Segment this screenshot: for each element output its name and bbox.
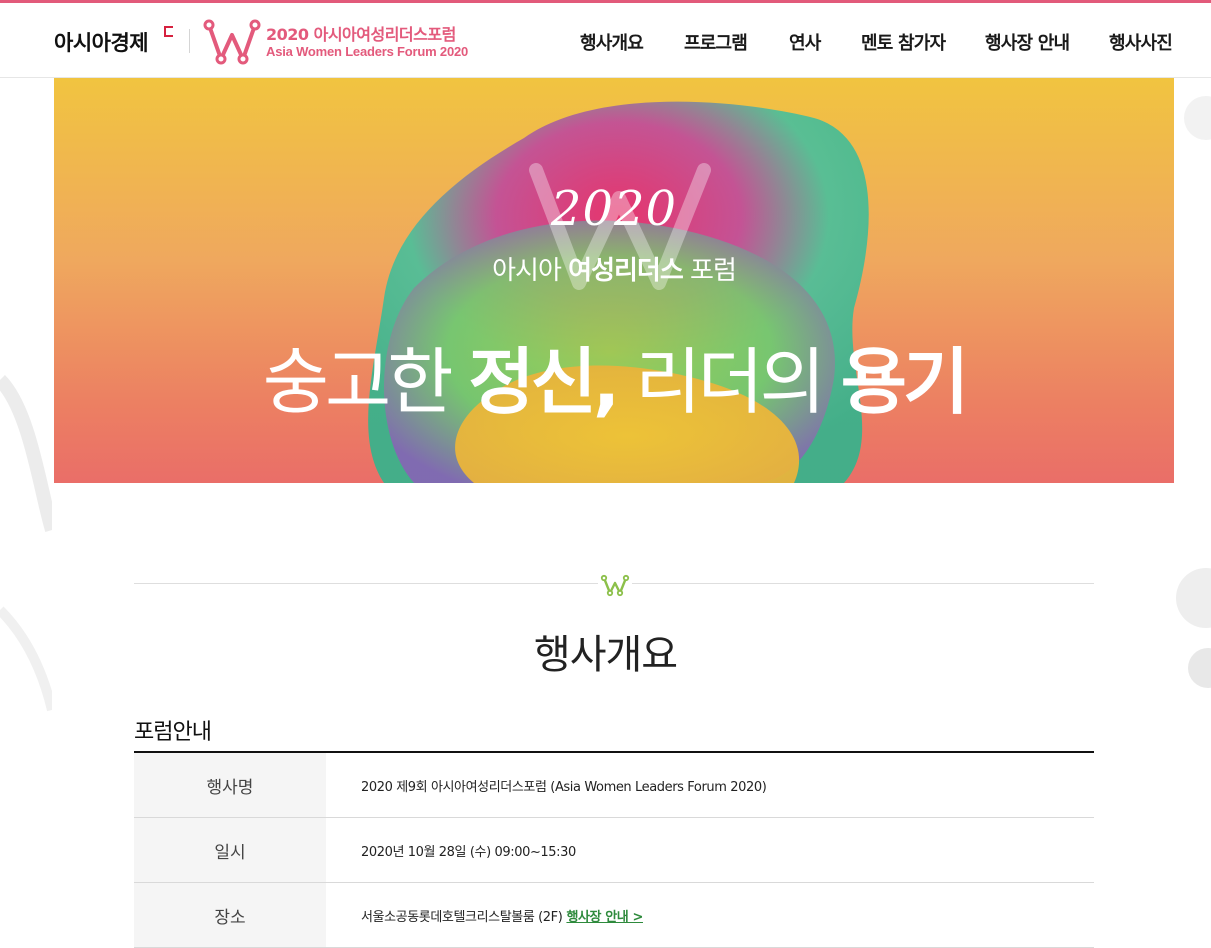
hero-slogan-part-1: 숭고한 xyxy=(262,340,469,424)
table-row: 장소 서울소공동롯데호텔크리스탈볼룸 (2F) 행사장 안내 > xyxy=(134,883,1094,948)
nav-item-speakers[interactable]: 연사 xyxy=(789,29,821,55)
hero-year: 2020 xyxy=(550,181,678,237)
nav-item-mentors[interactable]: 멘토 참가자 xyxy=(861,29,946,55)
hero-forum-name: 아시아 여성리더스 포럼 xyxy=(54,250,1174,287)
row-value-with-link: 서울소공동롯데호텔크리스탈볼룸 (2F) 행사장 안내 > xyxy=(361,883,643,947)
table-row: 일시 2020년 10월 28일 (수) 09:00~15:30 xyxy=(134,818,1094,883)
hero-slogan-part-2: 정신, xyxy=(468,340,620,424)
hero-forum-bold: 여성리더스 xyxy=(568,256,684,286)
main-nav: 행사개요 프로그램 연사 멘토 참가자 행사장 안내 행사사진 xyxy=(0,29,1211,59)
nav-item-program[interactable]: 프로그램 xyxy=(684,29,748,55)
venue-text: 서울소공동롯데호텔크리스탈볼룸 (2F) xyxy=(361,909,563,925)
section-w-icon xyxy=(600,574,630,597)
section-title: 행사개요 xyxy=(533,632,678,678)
hero-slogan-part-3: 리더의 xyxy=(616,340,841,424)
hero-banner: 2020 아시아 여성리더스 포럼 숭고한 정신, 리더의 용기 xyxy=(54,78,1174,483)
nav-item-overview[interactable]: 행사개요 xyxy=(580,29,644,55)
venue-guide-link[interactable]: 행사장 안내 > xyxy=(566,906,643,925)
row-label: 일시 xyxy=(134,818,326,882)
hero-forum-light-post: 포럼 xyxy=(682,256,737,286)
row-value: 2020 제9회 아시아여성리더스포럼 (Asia Women Leaders … xyxy=(361,779,767,795)
hero-slogan-part-4: 용기 xyxy=(840,340,970,424)
nav-item-venue[interactable]: 행사장 안내 xyxy=(985,29,1070,55)
subsection-title: 포럼안내 xyxy=(134,720,212,745)
row-label: 행사명 xyxy=(134,753,326,817)
forum-info-table: 행사명 2020 제9회 아시아여성리더스포럼 (Asia Women Lead… xyxy=(134,751,1094,948)
background-decoration-right xyxy=(1176,96,1211,688)
section-icon-wrap xyxy=(598,572,632,598)
site-header: 아시아경제 2020 아시아여성리더스포럼 Asia Women Leaders… xyxy=(0,3,1211,78)
nav-item-photos[interactable]: 행사사진 xyxy=(1109,29,1173,55)
row-label: 장소 xyxy=(134,883,326,947)
row-value: 2020년 10월 28일 (수) 09:00~15:30 xyxy=(361,844,576,860)
hero-forum-light-pre: 아시아 xyxy=(492,256,569,286)
table-row: 행사명 2020 제9회 아시아여성리더스포럼 (Asia Women Lead… xyxy=(134,753,1094,818)
hero-slogan: 숭고한 정신, 리더의 용기 xyxy=(54,323,1174,428)
